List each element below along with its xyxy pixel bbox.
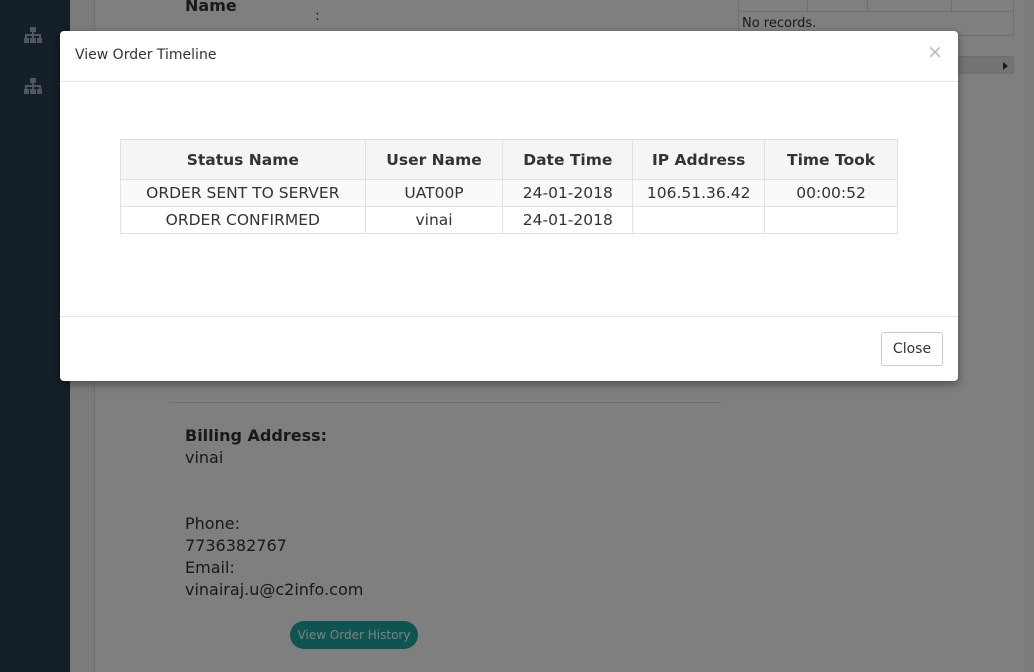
cell-ip-address [632, 206, 766, 234]
modal-body: Status Name User Name Date Time IP Addre… [60, 82, 958, 316]
cell-user-name: vinai [364, 206, 504, 234]
column-header-user-name: User Name [364, 139, 504, 180]
modal-footer: Close [60, 316, 958, 380]
table-header-row: Status Name User Name Date Time IP Addre… [120, 139, 898, 180]
cell-time-took: 00:00:52 [764, 179, 898, 207]
cell-status-name: ORDER SENT TO SERVER [120, 179, 366, 207]
column-header-status-name: Status Name [120, 139, 366, 180]
close-button[interactable]: Close [881, 332, 943, 366]
column-header-date-time: Date Time [502, 139, 634, 180]
column-header-time-took: Time Took [764, 139, 898, 180]
cell-date-time: 24-01-2018 [502, 179, 634, 207]
modal-title: View Order Timeline [75, 47, 217, 63]
cell-time-took [764, 206, 898, 234]
column-header-ip-address: IP Address [632, 139, 766, 180]
cell-status-name: ORDER CONFIRMED [120, 206, 366, 234]
order-timeline-modal: View Order Timeline × Status Name User N… [60, 31, 958, 381]
cell-user-name: UAT00P [364, 179, 504, 207]
timeline-table: Status Name User Name Date Time IP Addre… [120, 139, 898, 234]
modal-header: View Order Timeline × [60, 31, 958, 82]
table-row: ORDER SENT TO SERVER UAT00P 24-01-2018 1… [120, 179, 898, 207]
cell-ip-address: 106.51.36.42 [632, 179, 766, 207]
cell-date-time: 24-01-2018 [502, 206, 634, 234]
close-icon[interactable]: × [927, 43, 943, 62]
table-row: ORDER CONFIRMED vinai 24-01-2018 [120, 206, 898, 234]
